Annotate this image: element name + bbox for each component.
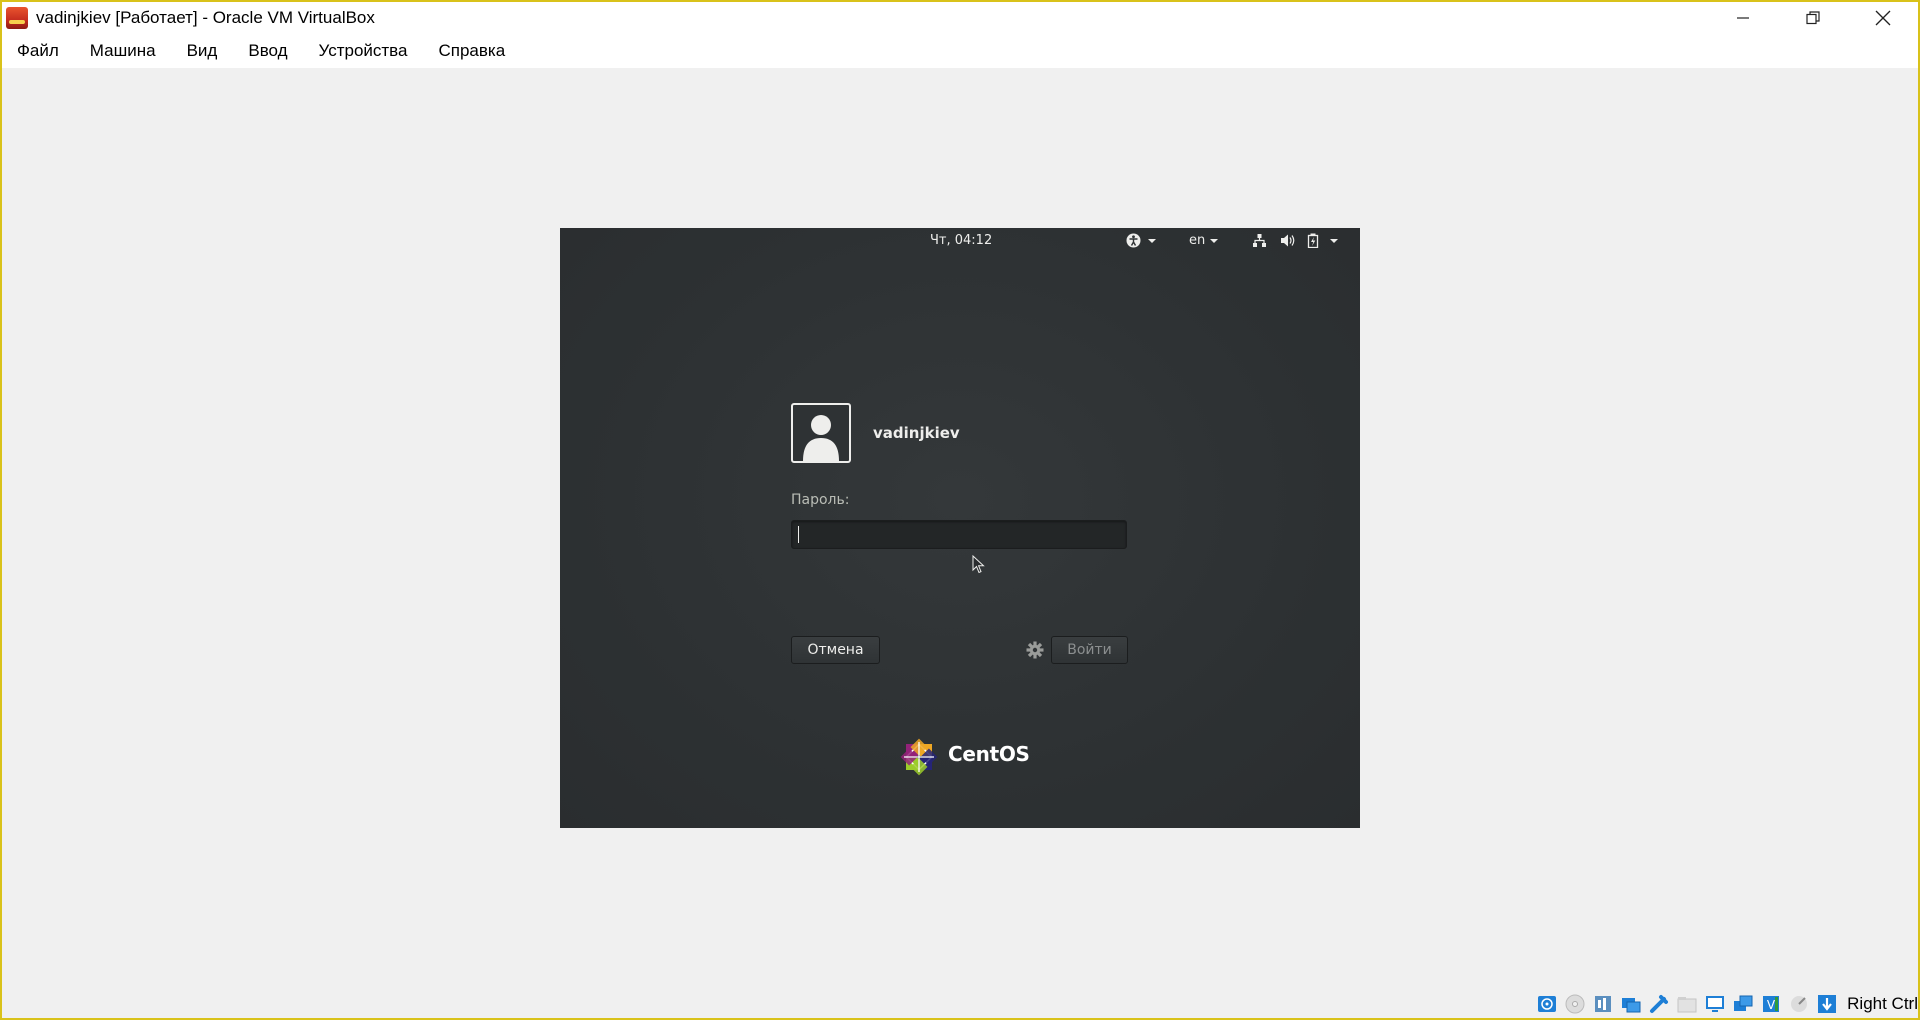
display-icon[interactable] bbox=[1703, 992, 1727, 1016]
menu-view[interactable]: Вид bbox=[172, 41, 234, 61]
hard-disk-icon[interactable] bbox=[1535, 992, 1559, 1016]
gear-icon bbox=[1026, 641, 1044, 659]
text-caret bbox=[798, 526, 799, 543]
centos-logo bbox=[897, 735, 941, 783]
minimize-button[interactable] bbox=[1708, 2, 1778, 34]
shared-folders-icon[interactable] bbox=[1675, 992, 1699, 1016]
chevron-down-icon bbox=[1330, 238, 1338, 243]
keyboard-capture-icon[interactable] bbox=[1815, 992, 1839, 1016]
chevron-down-icon bbox=[1148, 238, 1156, 243]
menu-file[interactable]: Файл bbox=[2, 41, 75, 61]
close-icon bbox=[1875, 10, 1891, 26]
cancel-button[interactable]: Отмена bbox=[791, 636, 880, 664]
video-capture-icon[interactable] bbox=[1731, 992, 1755, 1016]
password-label: Пароль: bbox=[791, 492, 850, 508]
virtualbox-icon bbox=[6, 7, 28, 29]
language-selector[interactable]: en bbox=[1189, 233, 1219, 248]
optical-drive-icon[interactable] bbox=[1563, 992, 1587, 1016]
mouse-integration-icon[interactable] bbox=[1787, 992, 1811, 1016]
vm-display[interactable]: Чт, 04:12 en vadinjkiev Пароль: Отмена В… bbox=[560, 228, 1360, 828]
window-controls bbox=[1708, 2, 1918, 34]
window-title: vadinjkiev [Работает] - Oracle VM Virtua… bbox=[36, 8, 375, 27]
system-menu[interactable] bbox=[1252, 233, 1341, 248]
volume-icon bbox=[1281, 234, 1295, 247]
menu-devices[interactable]: Устройства bbox=[304, 41, 424, 61]
network-icon[interactable] bbox=[1619, 992, 1643, 1016]
menu-input[interactable]: Ввод bbox=[233, 41, 303, 61]
chevron-down-icon bbox=[1210, 238, 1219, 243]
menu-help[interactable]: Справка bbox=[423, 41, 521, 61]
pointer-icon bbox=[972, 554, 985, 574]
accessibility-menu[interactable] bbox=[1126, 233, 1159, 248]
restore-icon bbox=[1806, 11, 1820, 25]
minimize-icon bbox=[1737, 17, 1749, 19]
clock[interactable]: Чт, 04:12 bbox=[930, 233, 992, 248]
svg-text:V: V bbox=[1767, 998, 1776, 1012]
menu-bar: Файл Машина Вид Ввод Устройства Справка bbox=[2, 34, 1918, 68]
mouse-pointer bbox=[972, 554, 986, 579]
cpu-icon[interactable]: V bbox=[1759, 992, 1783, 1016]
centos-logo-icon bbox=[900, 738, 938, 776]
status-bar: V Right Ctrl bbox=[1535, 990, 1918, 1018]
accessibility-icon bbox=[1126, 233, 1141, 248]
session-options[interactable] bbox=[1026, 641, 1044, 663]
username-label: vadinjkiev bbox=[873, 424, 960, 442]
user-avatar bbox=[791, 403, 851, 463]
centos-wordmark: CentOS bbox=[948, 742, 1030, 766]
login-button[interactable]: Войти bbox=[1051, 636, 1128, 664]
battery-icon bbox=[1307, 233, 1319, 248]
audio-icon[interactable] bbox=[1591, 992, 1615, 1016]
close-button[interactable] bbox=[1848, 2, 1918, 34]
network-wired-icon bbox=[1253, 234, 1266, 247]
host-key-label: Right Ctrl bbox=[1847, 994, 1918, 1013]
password-field[interactable] bbox=[791, 520, 1127, 549]
menu-machine[interactable]: Машина bbox=[75, 41, 172, 61]
title-bar: vadinjkiev [Работает] - Oracle VM Virtua… bbox=[2, 2, 1918, 34]
usb-icon[interactable] bbox=[1647, 992, 1671, 1016]
user-icon bbox=[803, 415, 839, 461]
language-label: en bbox=[1189, 233, 1206, 248]
gnome-top-bar: Чт, 04:12 en bbox=[560, 228, 1360, 254]
restore-button[interactable] bbox=[1778, 2, 1848, 34]
